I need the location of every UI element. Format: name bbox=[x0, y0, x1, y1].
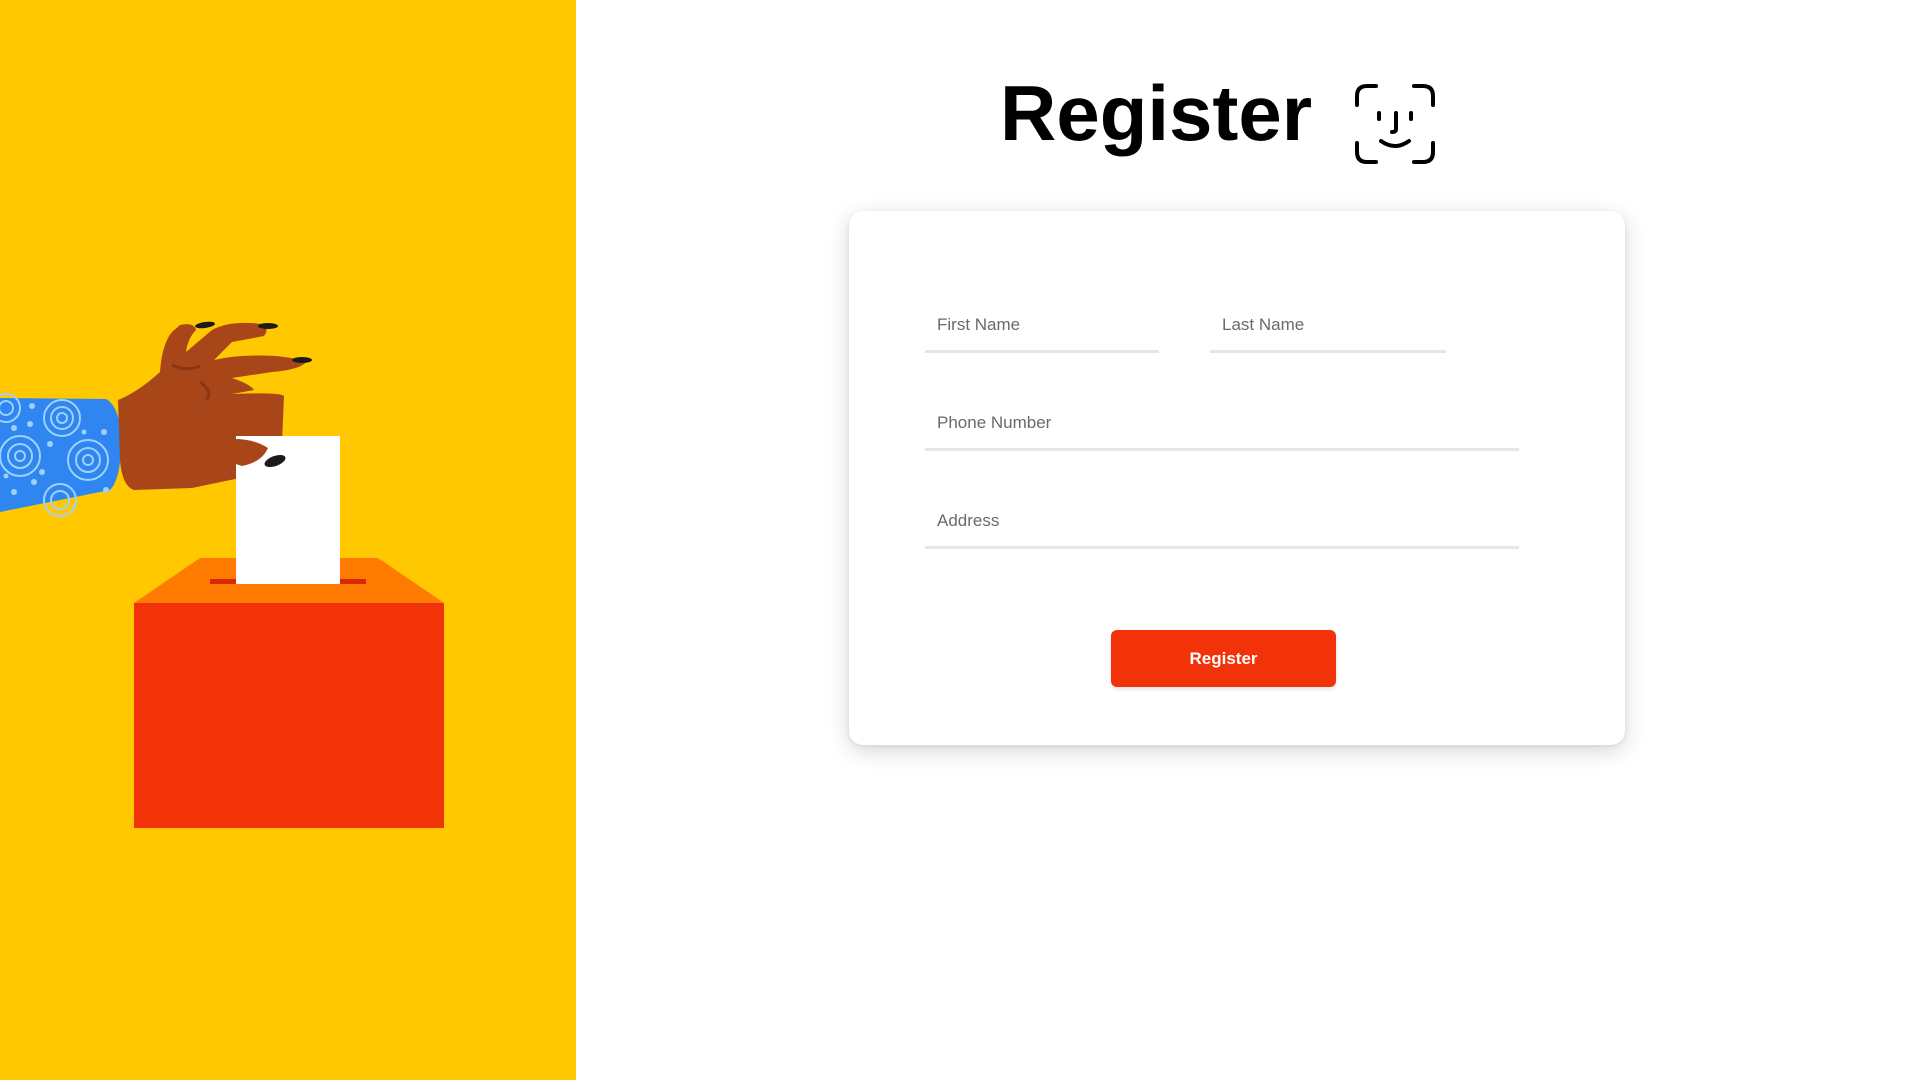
ballot-box-illustration bbox=[0, 321, 444, 828]
page-header: Register bbox=[1000, 58, 1436, 168]
nail bbox=[195, 321, 215, 329]
first-name-input[interactable] bbox=[925, 299, 1159, 350]
register-form-card: Register bbox=[849, 211, 1625, 745]
nail bbox=[258, 323, 278, 329]
address-field-wrapper bbox=[925, 495, 1519, 549]
ballot-box-front bbox=[134, 603, 444, 828]
phone-number-input[interactable] bbox=[925, 397, 1519, 448]
last-name-input[interactable] bbox=[1210, 299, 1446, 350]
page: Register Register bbox=[0, 0, 1920, 1080]
register-button[interactable]: Register bbox=[1111, 630, 1336, 687]
last-name-field-wrapper bbox=[1210, 299, 1446, 353]
left-illustration-panel bbox=[0, 0, 576, 1080]
address-input[interactable] bbox=[925, 495, 1519, 546]
nail bbox=[292, 357, 312, 363]
page-title: Register bbox=[1000, 69, 1313, 157]
phone-field-wrapper bbox=[925, 397, 1519, 451]
first-name-field-wrapper bbox=[925, 299, 1159, 353]
face-id-icon bbox=[1355, 84, 1436, 164]
